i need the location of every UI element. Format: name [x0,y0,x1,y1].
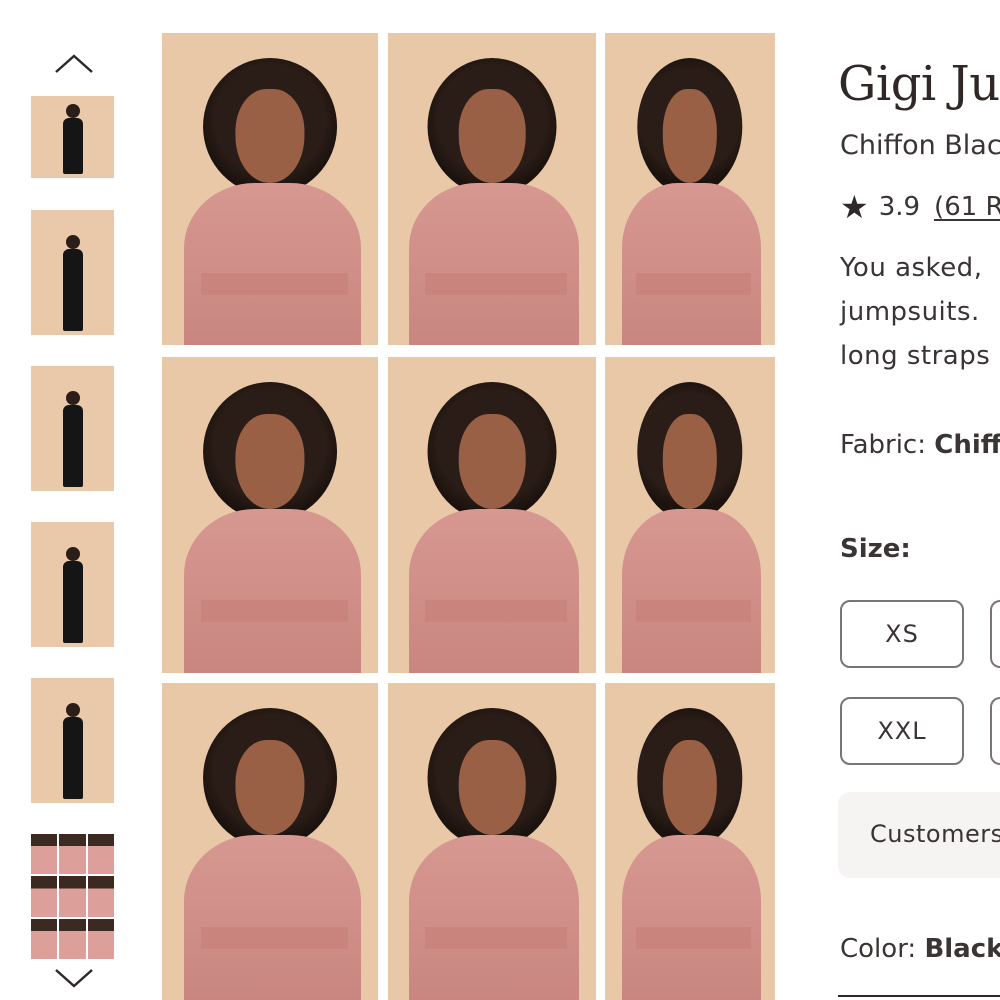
product-description: You asked, jumpsuits. long straps [840,246,990,378]
star-icon: ★ [840,188,869,226]
chevron-down-icon[interactable] [52,966,96,990]
divider [838,995,1000,997]
photo-5[interactable] [388,357,596,673]
rating-row: ★ 3.9 (61 Reviews) [840,188,1000,226]
photo-3[interactable] [605,33,775,345]
rating-value: 3.9 [878,192,921,222]
photo-6[interactable] [605,357,775,673]
size-button-xs[interactable]: XS [840,600,964,668]
thumbnail-1[interactable] [31,96,114,178]
color-label: Color: [840,934,917,964]
description-line: long straps [840,341,991,371]
fabric-row: Fabric: Chiffon [840,430,1000,460]
product-subtitle: Chiffon Black [840,130,1000,161]
thumbnail-6-grid[interactable] [31,834,114,959]
model-figure [62,235,83,331]
thumbnail-5[interactable] [31,678,114,803]
chevron-up-icon[interactable] [52,52,96,76]
thumbnail-3[interactable] [31,366,114,491]
color-value: Black [924,934,1000,964]
fabric-label: Fabric: [840,430,926,460]
product-title: Gigi Jumpsuit [838,56,1000,112]
photo-4[interactable] [162,357,378,673]
fabric-value: Chiffon [934,430,1000,460]
model-figure [62,547,83,643]
notice-text: Customers [870,820,1000,848]
color-row: Color: Black [840,934,1000,964]
description-line: You asked, [840,253,983,283]
photo-7[interactable] [162,683,378,1000]
thumbnail-2[interactable] [31,210,114,335]
photo-1[interactable] [162,33,378,345]
size-button-xxl[interactable]: XXL [840,697,964,765]
photo-9[interactable] [605,683,775,1000]
photo-2[interactable] [388,33,596,345]
model-figure [62,104,83,174]
size-button-s[interactable] [990,600,1000,668]
size-button-next[interactable] [990,697,1000,765]
thumbnail-rail [0,0,150,1000]
photo-8[interactable] [388,683,596,1000]
description-line: jumpsuits. [840,297,980,327]
reviews-link[interactable]: (61 Reviews) [934,192,1000,222]
model-figure [62,703,83,799]
size-label: Size: [840,534,911,564]
product-info-panel: Gigi Jumpsuit Chiffon Black ★ 3.9 (61 Re… [838,0,1000,1000]
thumbnail-4[interactable] [31,522,114,647]
mini-photo-grid [31,834,114,959]
model-figure [62,391,83,487]
customer-notice: Customers [838,792,1000,878]
